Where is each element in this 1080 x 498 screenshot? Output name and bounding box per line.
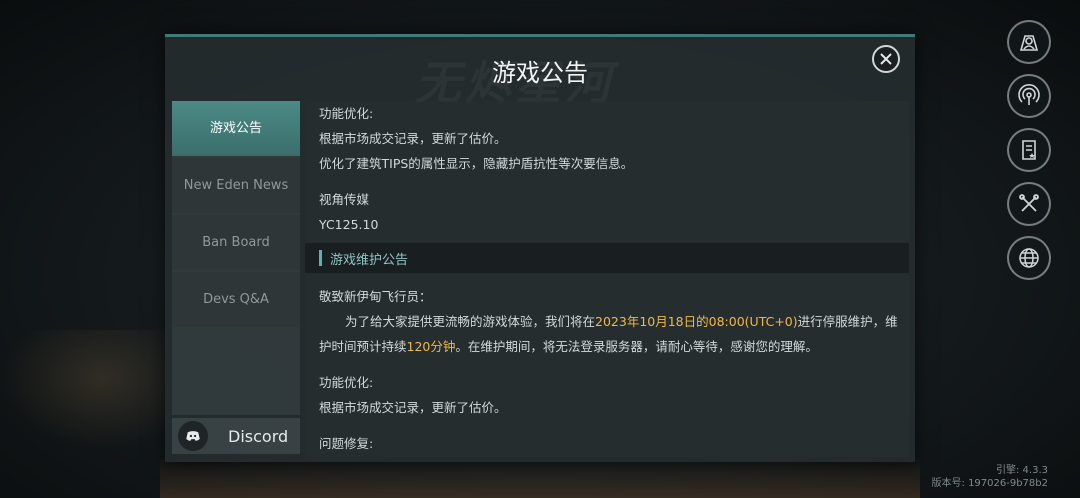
tab-game-announcement[interactable]: 游戏公告 — [172, 101, 300, 156]
discord-button[interactable]: Discord — [172, 418, 300, 454]
tab-devs-qa[interactable]: Devs Q&A — [172, 272, 300, 327]
section-title: 游戏维护公告 — [330, 252, 409, 268]
greeting: 敬致新伊甸飞行员： — [319, 289, 432, 304]
discord-icon — [178, 421, 208, 451]
section-accent-bar — [319, 250, 322, 266]
block1-line2: 优化了建筑TIPS的属性显示，隐藏护盾抗性等次要信息。 — [319, 156, 634, 171]
maintenance-paragraph: 为了给大家提供更流畅的游戏体验，我们将在2023年10月18日的08:00(UT… — [319, 309, 899, 359]
tools-icon — [1019, 194, 1039, 212]
close-button[interactable] — [872, 45, 900, 73]
para-part1: 为了给大家提供更流畅的游戏体验，我们将在 — [345, 314, 596, 329]
profile-button[interactable] — [1007, 20, 1051, 64]
block2-line1: 根据市场成交记录，更新了估价。 — [319, 400, 507, 415]
block1-line1: 根据市场成交记录，更新了估价。 — [319, 131, 507, 146]
announcement-content[interactable]: 功能优化: 根据市场成交记录，更新了估价。 优化了建筑TIPS的属性显示，隐藏护… — [305, 101, 909, 457]
signal-button[interactable] — [1007, 74, 1051, 118]
tools-button[interactable] — [1007, 182, 1051, 226]
engine-version: 引擎: 4.3.3 — [996, 465, 1048, 476]
block2-heading: 功能优化: — [319, 375, 374, 390]
profile-icon — [1019, 35, 1039, 51]
para-part3: 。在维护期间，将无法登录服务器，请耐心等待，感谢您的理解。 — [455, 339, 818, 354]
notes-button[interactable] — [1007, 128, 1051, 172]
announcement-dialog: 无烬星河 游戏公告 游戏公告 New Eden News Ban Board D… — [165, 34, 915, 462]
version-info: 引擎: 4.3.3 版本号: 197026-9b78b2 — [932, 464, 1048, 490]
signature-org: 视角传媒 — [319, 192, 370, 207]
language-button[interactable] — [1007, 236, 1051, 280]
background-glow — [0, 330, 170, 450]
notes-icon — [1022, 140, 1036, 160]
maintenance-time: 2023年10月18日的08:00(UTC+0) — [595, 314, 798, 329]
maintenance-duration: 120分钟 — [406, 339, 456, 354]
globe-icon — [1019, 248, 1039, 268]
category-tabs: 游戏公告 New Eden News Ban Board Devs Q&A — [172, 101, 300, 415]
signature-date: YC125.10 — [319, 217, 379, 232]
side-icon-column — [1007, 20, 1053, 290]
discord-label: Discord — [228, 426, 289, 446]
background-scenery — [160, 458, 920, 498]
section-header: 游戏维护公告 — [305, 243, 909, 273]
tab-ban-board[interactable]: Ban Board — [172, 215, 300, 270]
signal-icon — [1018, 84, 1040, 105]
block3-heading: 问题修复: — [319, 436, 374, 451]
close-icon — [880, 53, 892, 65]
dialog-title: 游戏公告 — [492, 59, 588, 87]
build-version: 版本号: 197026-9b78b2 — [931, 478, 1048, 489]
block1-heading: 功能优化: — [319, 106, 374, 121]
tab-new-eden-news[interactable]: New Eden News — [172, 158, 300, 213]
